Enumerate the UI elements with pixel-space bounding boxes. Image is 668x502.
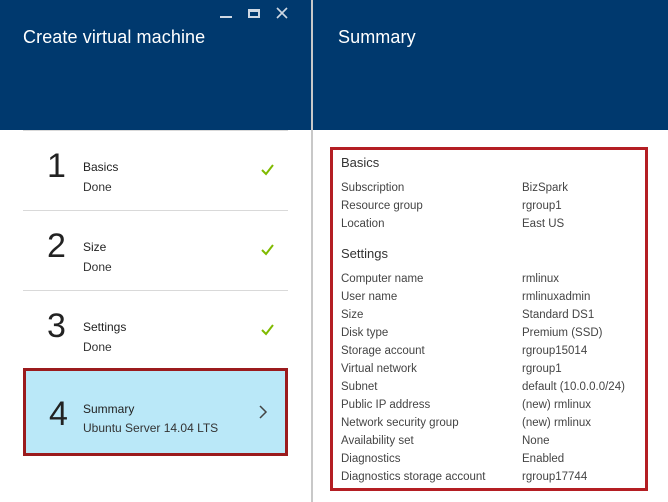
step-basics[interactable]: 1 Basics Done [23, 130, 288, 210]
step-title: Size [83, 240, 107, 254]
row-label: Diagnostics [341, 453, 401, 465]
summary-row: Availability set None [341, 435, 641, 453]
step-title: Settings [83, 320, 127, 334]
close-button[interactable] [268, 4, 296, 22]
step-number: 2 [47, 227, 66, 265]
summary-blade: Summary Basics Subscription BizSpark Res… [313, 0, 668, 502]
row-value: rgroup1 [522, 200, 562, 212]
row-label: Resource group [341, 200, 423, 212]
summary-row: Computer name rmlinux [341, 273, 641, 291]
step-number: 3 [47, 307, 66, 345]
minimize-icon [220, 16, 232, 18]
section-heading-settings: Settings [341, 246, 388, 261]
row-value: (new) rmlinux [522, 417, 592, 429]
close-icon [276, 7, 288, 19]
row-label: Computer name [341, 273, 424, 285]
summary-row: Diagnostics storage account rgroup17744 [341, 471, 641, 489]
row-value: rmlinux [522, 273, 560, 285]
row-value: default (10.0.0.0/24) [522, 381, 625, 393]
step-title: Summary [83, 402, 135, 416]
summary-row: Size Standard DS1 [341, 309, 641, 327]
summary-row: Virtual network rgroup1 [341, 363, 641, 381]
summary-row: Diagnostics Enabled [341, 453, 641, 471]
step-settings[interactable]: 3 Settings Done [23, 290, 288, 370]
row-value: rgroup1 [522, 363, 562, 375]
step-size[interactable]: 2 Size Done [23, 210, 288, 290]
row-value: BizSpark [522, 182, 569, 194]
summary-row: Public IP address (new) rmlinux [341, 399, 641, 417]
row-value: None [522, 435, 550, 447]
section-heading-basics: Basics [341, 155, 380, 170]
row-label: Disk type [341, 327, 389, 339]
summary-row: Resource group rgroup1 [341, 200, 641, 218]
wizard-steps: 1 Basics Done 2 Size Done 3 Settings Don… [23, 130, 288, 456]
checkmark-icon [261, 324, 274, 336]
checkmark-icon [261, 244, 274, 256]
checkmark-icon [261, 164, 274, 176]
create-vm-blade: Create virtual machine 1 Basics Done 2 S… [0, 0, 311, 502]
row-value: Enabled [522, 453, 565, 465]
row-label: Virtual network [341, 363, 417, 375]
step-status: Done [83, 180, 112, 194]
blade-title: Summary [338, 27, 416, 47]
chevron-right-icon [259, 405, 268, 419]
blade-header: Summary [313, 0, 668, 130]
step-summary[interactable]: 4 Summary Ubuntu Server 14.04 LTS [23, 368, 288, 456]
summary-row: Network security group (new) rmlinux [341, 417, 641, 435]
row-label: Public IP address [341, 399, 431, 411]
summary-row: Subscription BizSpark [341, 182, 641, 200]
row-label: Subnet [341, 381, 378, 393]
row-value: Standard DS1 [522, 309, 595, 321]
row-value: East US [522, 218, 565, 230]
summary-panel: Basics Subscription BizSpark Resource gr… [330, 147, 648, 491]
summary-row: Disk type Premium (SSD) [341, 327, 641, 345]
row-label: Diagnostics storage account [341, 471, 486, 483]
step-status: Done [83, 340, 112, 354]
row-label: Subscription [341, 182, 405, 194]
maximize-icon [248, 8, 260, 18]
step-number: 1 [47, 147, 66, 185]
step-status: Ubuntu Server 14.04 LTS [83, 421, 219, 435]
row-value: rmlinuxadmin [522, 291, 591, 303]
row-label: Availability set [341, 435, 414, 447]
window-controls [212, 4, 296, 22]
row-label: Network security group [341, 417, 459, 429]
minimize-button[interactable] [212, 4, 240, 22]
step-title: Basics [83, 160, 119, 174]
summary-row: Storage account rgroup15014 [341, 345, 641, 363]
maximize-button[interactable] [240, 4, 268, 22]
summary-row: Location East US [341, 218, 641, 236]
row-value: Premium (SSD) [522, 327, 603, 339]
row-value: rgroup15014 [522, 345, 588, 357]
row-label: Location [341, 218, 385, 230]
row-value: rgroup17744 [522, 471, 588, 483]
step-number: 4 [49, 395, 68, 433]
row-value: (new) rmlinux [522, 399, 592, 411]
row-label: User name [341, 291, 398, 303]
summary-row: Subnet default (10.0.0.0/24) [341, 381, 641, 399]
blade-title: Create virtual machine [23, 27, 206, 47]
summary-row: User name rmlinuxadmin [341, 291, 641, 309]
row-label: Storage account [341, 345, 425, 357]
row-label: Size [341, 309, 364, 321]
step-status: Done [83, 260, 112, 274]
